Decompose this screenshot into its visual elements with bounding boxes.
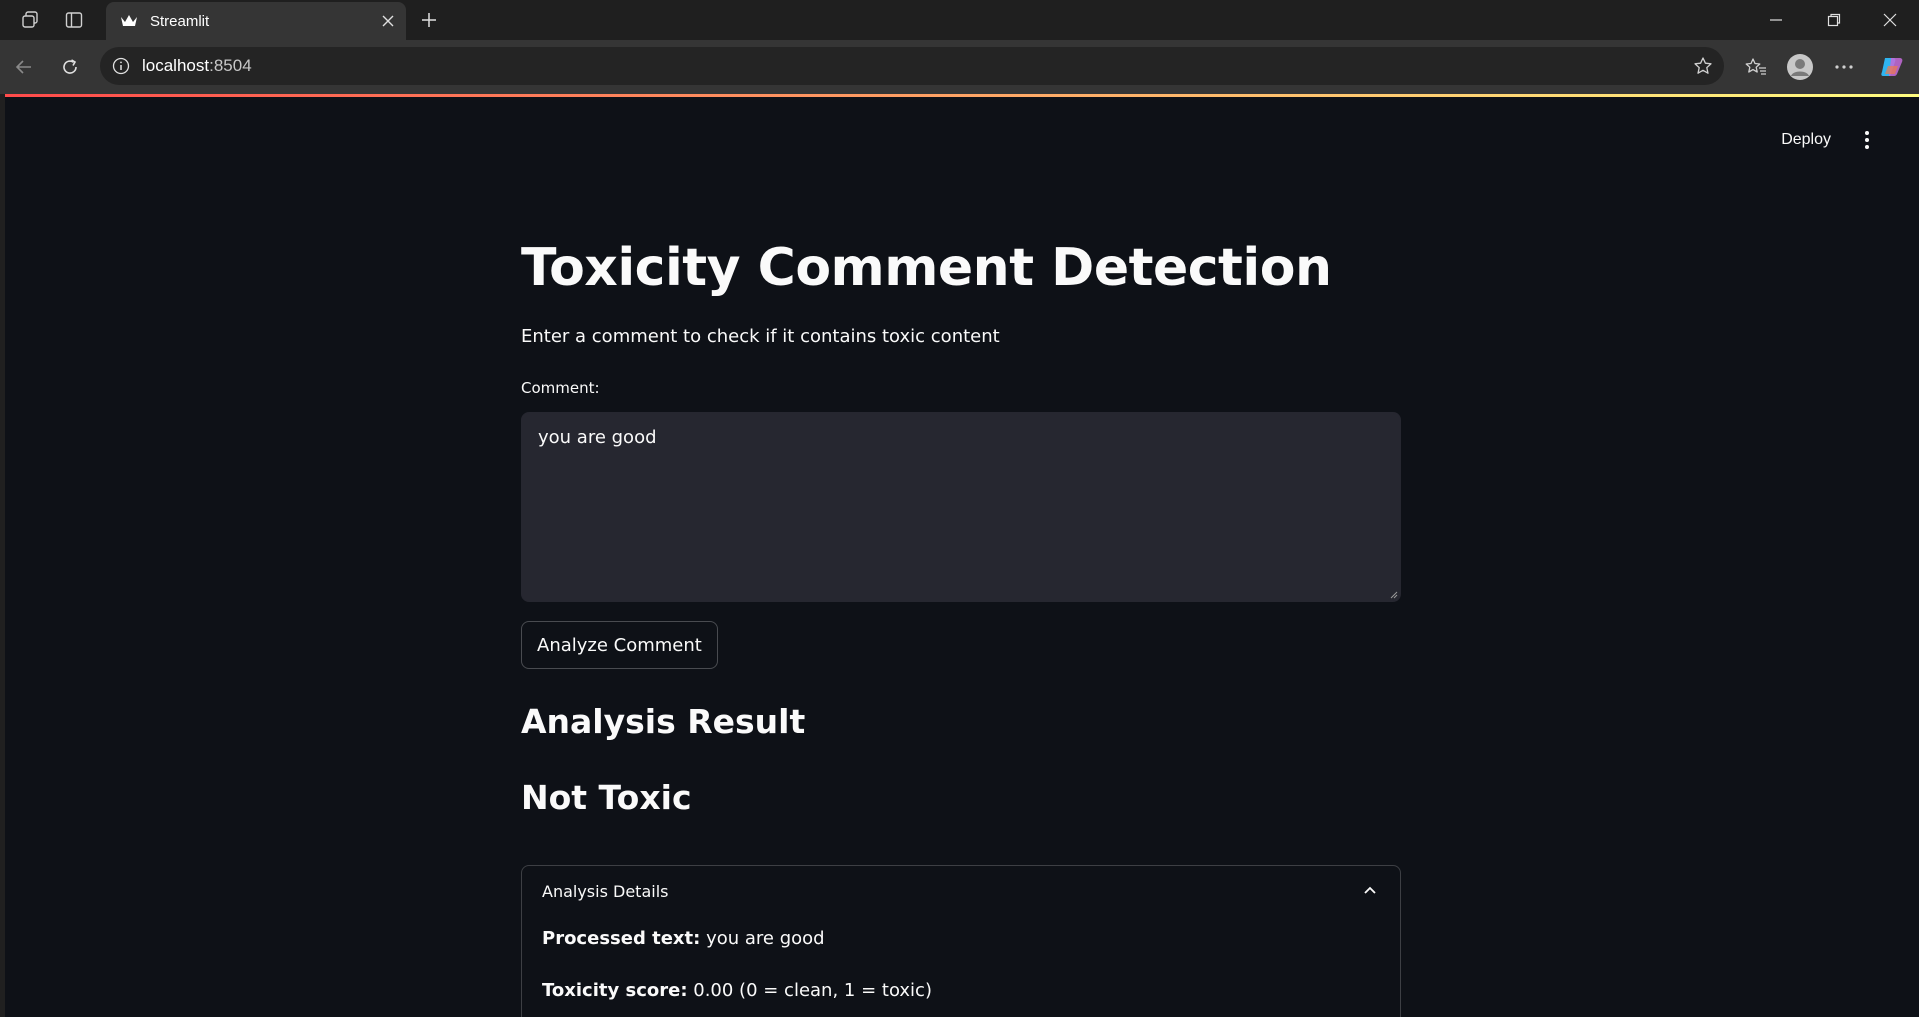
- vertical-tabs-icon[interactable]: [58, 6, 90, 34]
- browser-toolbar: localhost:8504: [0, 40, 1919, 94]
- processed-text-label: Processed text:: [542, 928, 701, 949]
- workspaces-icon[interactable]: [14, 6, 46, 34]
- toxicity-score-label: Toxicity score:: [542, 980, 688, 1001]
- decoration-bar: [5, 94, 1919, 97]
- browser-tab[interactable]: Streamlit: [106, 2, 406, 40]
- analysis-details-expander: Analysis Details Processed text: you are…: [521, 865, 1401, 1017]
- toxicity-score-value: 0.00 (0 = clean, 1 = toxic): [693, 980, 932, 1001]
- result-label: Not Toxic: [521, 778, 692, 817]
- more-icon[interactable]: [1826, 50, 1862, 84]
- comment-value: you are good: [538, 427, 657, 448]
- url-port: :8504: [209, 56, 252, 75]
- favorites-icon[interactable]: [1738, 50, 1774, 84]
- minimize-icon[interactable]: [1748, 0, 1804, 40]
- comment-textarea[interactable]: you are good: [521, 412, 1401, 602]
- back-icon[interactable]: [6, 50, 42, 84]
- analysis-result-heading: Analysis Result: [521, 702, 806, 741]
- browser-tab-strip: Streamlit: [0, 0, 1919, 40]
- analyze-comment-button[interactable]: Analyze Comment: [521, 621, 718, 669]
- restore-icon[interactable]: [1806, 0, 1862, 40]
- close-icon[interactable]: [378, 11, 398, 31]
- copilot-icon[interactable]: [1874, 50, 1910, 84]
- address-bar[interactable]: localhost:8504: [100, 47, 1724, 85]
- page-subtitle: Enter a comment to check if it contains …: [521, 326, 1000, 347]
- window-close-icon[interactable]: [1862, 0, 1918, 40]
- url-text: localhost:8504: [142, 56, 252, 76]
- processed-text-line: Processed text: you are good: [542, 928, 825, 949]
- refresh-icon[interactable]: [52, 50, 88, 84]
- info-icon[interactable]: [112, 57, 130, 75]
- processed-text-value: you are good: [706, 928, 825, 949]
- comment-label: Comment:: [521, 379, 600, 397]
- main-menu-icon[interactable]: [1855, 128, 1879, 152]
- favorite-star-icon[interactable]: [1692, 55, 1714, 77]
- app-page: Deploy Toxicity Comment Detection Enter …: [5, 94, 1919, 1017]
- url-host: localhost: [142, 56, 210, 75]
- tab-title: Streamlit: [150, 12, 210, 30]
- page-title: Toxicity Comment Detection: [521, 238, 1332, 298]
- expander-header[interactable]: Analysis Details: [522, 866, 1400, 916]
- toxicity-score-line: Toxicity score: 0.00 (0 = clean, 1 = tox…: [542, 980, 932, 1001]
- chevron-up-icon[interactable]: [1360, 880, 1380, 900]
- profile-icon[interactable]: [1782, 50, 1818, 84]
- streamlit-crown-icon: [116, 14, 142, 28]
- deploy-button[interactable]: Deploy: [1781, 124, 1831, 156]
- new-tab-icon[interactable]: [414, 6, 444, 34]
- resize-handle-icon[interactable]: [1388, 589, 1398, 599]
- expander-title: Analysis Details: [542, 882, 669, 901]
